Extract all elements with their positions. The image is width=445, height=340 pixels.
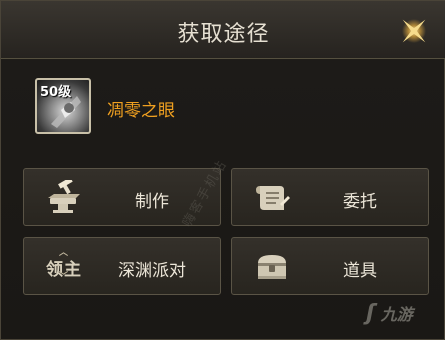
item-icon[interactable]: 50级: [35, 78, 91, 134]
abyss-party-label: 深渊派对: [118, 261, 186, 281]
items-button[interactable]: 道具: [231, 237, 429, 295]
dialog-titlebar: 获取途径: [1, 1, 445, 59]
close-button[interactable]: [394, 13, 434, 49]
entrust-label: 委托: [343, 192, 377, 212]
brand-watermark-text: 九游: [380, 305, 413, 324]
item-row: 50级 凋零之眼: [35, 78, 415, 138]
item-level: 50级: [40, 85, 72, 100]
entrust-button[interactable]: 委托: [231, 168, 429, 226]
abyss-party-button[interactable]: ︿ 领主 ﹀ 深渊派对: [23, 237, 221, 295]
item-name: 凋零之眼: [107, 101, 175, 121]
close-icon: [402, 19, 426, 43]
dialog-title: 获取途径: [177, 22, 270, 47]
brand-watermark: ʃ 九游: [366, 301, 413, 326]
treasure-chest-icon: [252, 249, 292, 285]
anvil-hammer-icon: [44, 180, 84, 216]
scroll-quill-icon: [252, 180, 292, 216]
acquisition-dialog: 获取途径 50级 凋零之眼 制作 委托 ︿ 领主 ﹀ 深渊派对 道具 嗨客手机站…: [0, 0, 445, 340]
boss-icon: ︿ 领主 ﹀: [46, 247, 82, 282]
items-label: 道具: [343, 261, 377, 281]
